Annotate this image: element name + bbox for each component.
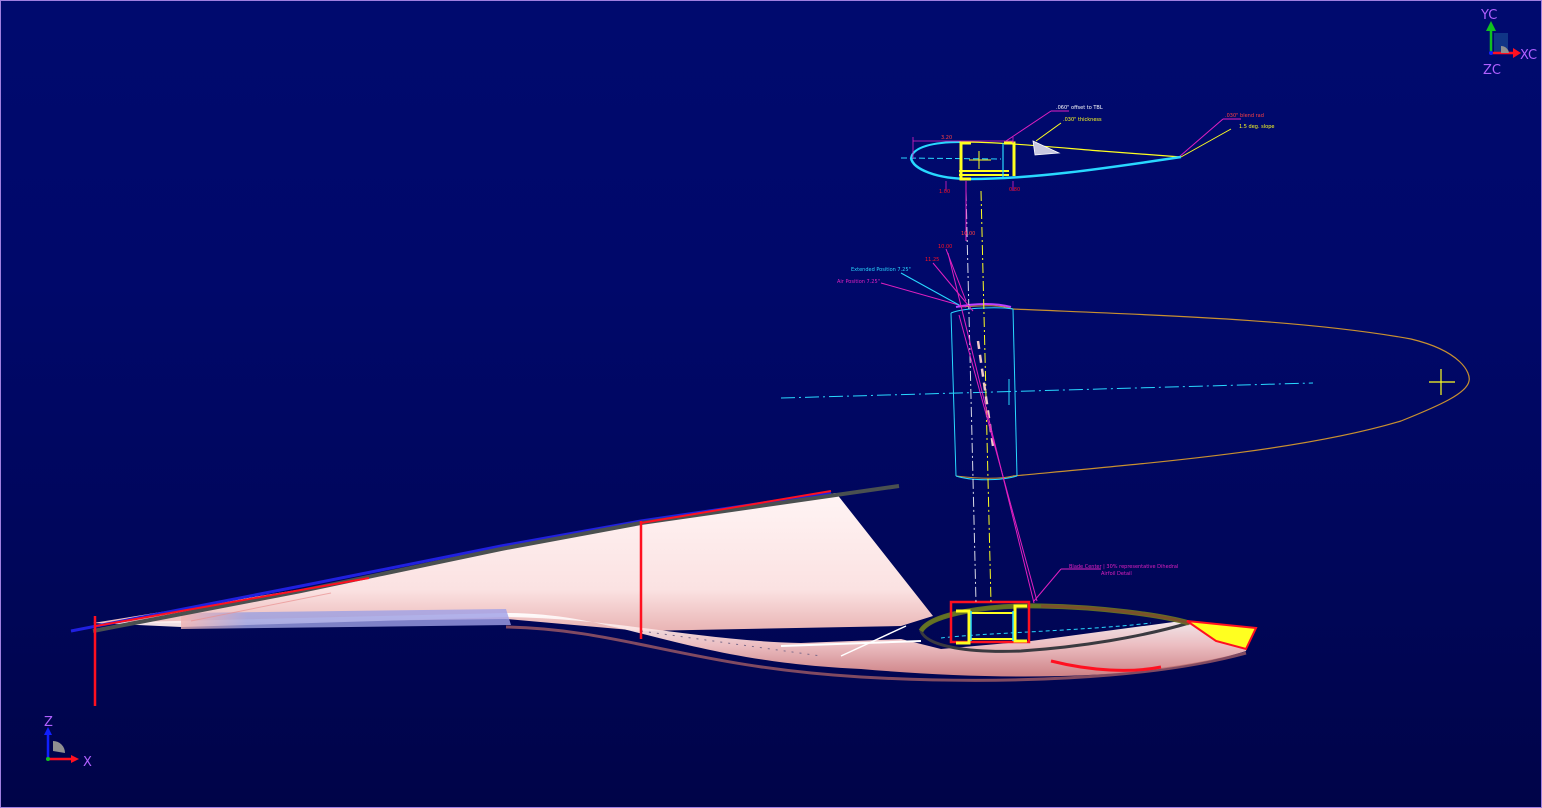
dim-width: 3.20 — [941, 135, 952, 141]
dim-b: 11.25 — [925, 257, 939, 263]
dim-vertical: 10.00 — [961, 231, 975, 237]
note-extended: Extended Position 7.25" — [851, 267, 911, 273]
dim-right: 0.80 — [1009, 187, 1020, 193]
abs-z-label: Z — [44, 715, 53, 730]
cad-scene[interactable]: .060" offset to TBL .030" thickness .030… — [1, 1, 1541, 807]
abs-x-label: X — [83, 755, 92, 770]
note-offset: .060" offset to TBL — [1056, 105, 1103, 111]
note-blend: .030" blend rad — [1225, 113, 1264, 119]
pod-body[interactable] — [780, 303, 1470, 481]
wcs-triad[interactable]: YC XC ZC — [1480, 8, 1537, 78]
wcs-y-label: YC — [1480, 8, 1497, 23]
dim-a: 10.00 — [938, 244, 952, 250]
absolute-triad[interactable]: Z X — [44, 715, 92, 770]
note-airfoil-detail: Airfoil Detail — [1101, 571, 1132, 577]
note-slope: 1.5 deg. slope — [1239, 124, 1274, 130]
note-blade-center: Blade Center | 30% representative Dihedr… — [1069, 564, 1178, 570]
note-thickness: .030" thickness — [1063, 117, 1102, 123]
dim-left: 1.00 — [939, 189, 950, 195]
wcs-z-label: ZC — [1483, 63, 1501, 78]
wcs-x-label: XC — [1520, 48, 1537, 63]
graphics-viewport[interactable]: .060" offset to TBL .030" thickness .030… — [0, 0, 1542, 808]
leader-lines — [880, 110, 1241, 604]
top-airfoil-section[interactable] — [900, 137, 1182, 191]
wing-surface[interactable] — [93, 493, 1251, 682]
note-retract: Air Position 7.25" — [837, 279, 880, 285]
